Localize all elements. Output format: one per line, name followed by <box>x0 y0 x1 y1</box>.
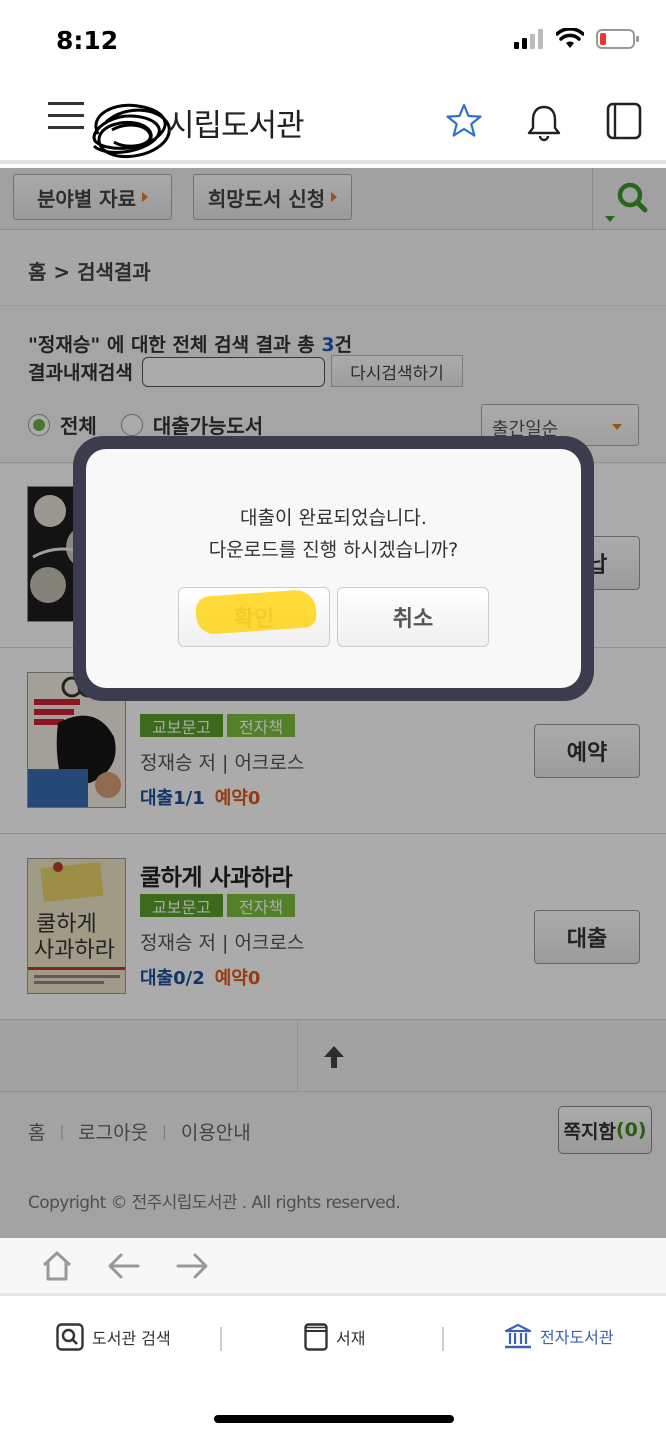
modal-overlay <box>0 168 666 1238</box>
dialog-message-line2: 다운로드를 진행 하시겠습니까? <box>208 539 459 561</box>
dialog-body: 대출이 완료되었습니다. 다운로드를 진행 하시겠습니까? 확인 취소 <box>86 449 581 688</box>
bell-icon[interactable] <box>524 102 564 142</box>
browser-home-icon[interactable] <box>40 1250 74 1282</box>
hamburger-menu-icon[interactable] <box>48 102 84 132</box>
tab-separator <box>220 1327 222 1351</box>
status-time: 8:12 <box>56 26 119 55</box>
app-title: 시립도서관 <box>166 108 305 144</box>
tab-label: 서재 <box>336 1329 366 1348</box>
browser-forward-icon[interactable] <box>174 1250 210 1282</box>
wifi-icon <box>556 28 584 48</box>
tab-separator <box>442 1327 444 1351</box>
book-panel-icon[interactable] <box>606 102 642 140</box>
app-header: 시립도서관 <box>0 80 666 164</box>
bookshelf-icon <box>304 1323 328 1351</box>
confirm-dialog: 대출이 완료되었습니다. 다운로드를 진행 하시겠습니까? 확인 취소 <box>73 436 594 701</box>
library-icon <box>504 1323 532 1349</box>
browser-toolbar <box>0 1238 666 1296</box>
battery-icon <box>596 29 639 49</box>
dialog-message-line1: 대출이 완료되었습니다. <box>240 507 427 529</box>
browser-back-icon[interactable] <box>106 1250 142 1282</box>
tab-label: 도서관 검색 <box>92 1329 171 1348</box>
search-icon <box>56 1323 84 1351</box>
tab-e-library[interactable]: 전자도서관 <box>504 1323 614 1349</box>
home-indicator <box>214 1415 454 1423</box>
star-icon[interactable] <box>445 102 483 140</box>
redaction-scribble <box>92 103 171 159</box>
bottom-tab-bar: 도서관 검색 서재 전자도서관 <box>0 1299 666 1440</box>
tab-label: 전자도서관 <box>540 1328 614 1347</box>
status-icons <box>514 28 640 50</box>
tab-library-search[interactable]: 도서관 검색 <box>56 1323 171 1351</box>
tab-bookshelf[interactable]: 서재 <box>304 1323 365 1351</box>
status-bar: 8:12 <box>0 0 666 80</box>
signal-icon <box>514 29 543 49</box>
dialog-cancel-button[interactable]: 취소 <box>337 587 489 647</box>
